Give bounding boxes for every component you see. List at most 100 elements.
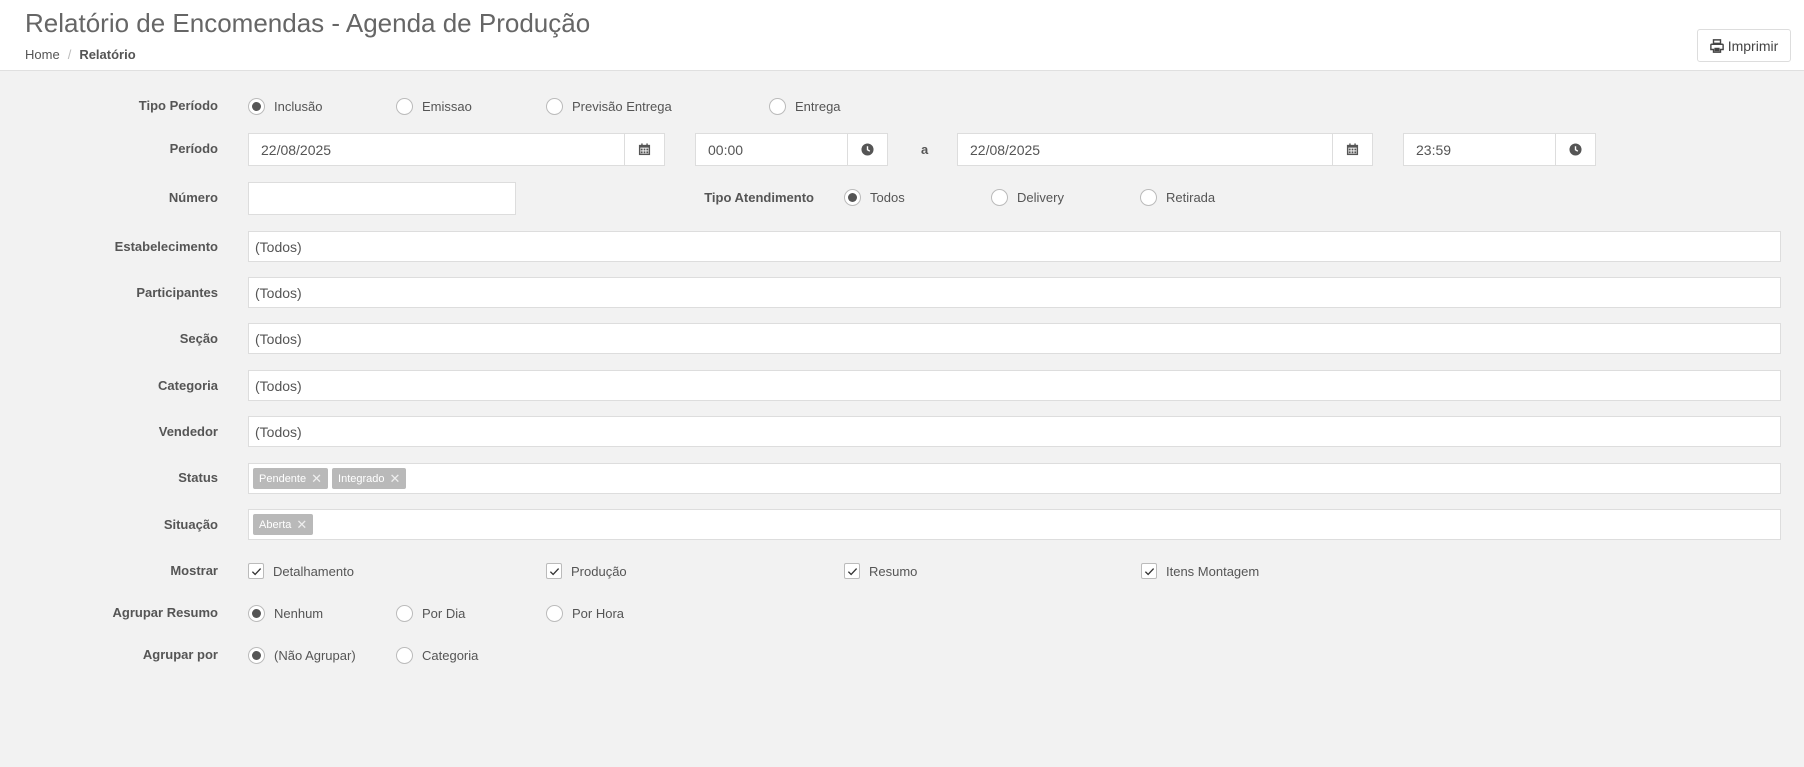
mostrar-label: Mostrar	[170, 563, 218, 578]
radio-label: Categoria	[422, 647, 479, 663]
page-header: Relatório de Encomendas - Agenda de Prod…	[0, 0, 1804, 71]
agrupar-por-label: Agrupar por	[142, 647, 218, 662]
checkmark-icon	[847, 567, 857, 575]
radio-label: Todos	[870, 189, 905, 205]
printer-icon	[1709, 38, 1724, 53]
status-label: Status	[178, 470, 218, 485]
remove-tag-icon[interactable]: ✕	[390, 471, 401, 487]
start-date-field[interactable]: 22/08/2025	[248, 133, 665, 166]
radio-tipo-periodo-previsao-entrega[interactable]: Previsão Entrega	[546, 97, 672, 115]
categoria-select[interactable]: (Todos)	[248, 370, 1781, 401]
radio-agrupar-por-categoria[interactable]: Categoria	[396, 646, 478, 664]
breadcrumb-home-link[interactable]: Home	[25, 47, 60, 62]
checkbox-box	[248, 563, 264, 579]
radio-dot	[546, 97, 563, 115]
radio-atendimento-todos[interactable]: Todos	[844, 188, 905, 206]
print-button-label: Imprimir	[1727, 37, 1779, 54]
calendar-icon	[1346, 143, 1359, 156]
radio-label: (Não Agrupar)	[274, 647, 356, 663]
radio-tipo-periodo-emissao[interactable]: Emissao	[396, 97, 472, 115]
estabelecimento-select[interactable]: (Todos)	[248, 231, 1781, 262]
start-date-value: 22/08/2025	[261, 141, 332, 158]
checkbox-label: Produção	[571, 563, 627, 579]
radio-tipo-periodo-inclusao[interactable]: Inclusão	[248, 97, 322, 115]
status-multiselect[interactable]: Pendente ✕ Integrado ✕	[248, 463, 1781, 494]
categoria-label: Categoria	[158, 378, 218, 393]
radio-label: Retirada	[1166, 189, 1216, 205]
page-title: Relatório de Encomendas - Agenda de Prod…	[25, 8, 591, 38]
period-separator: a	[921, 142, 929, 157]
numero-label: Número	[168, 190, 218, 205]
start-time-field[interactable]: 00:00	[695, 133, 888, 166]
end-time-field[interactable]: 23:59	[1403, 133, 1596, 166]
radio-label: Delivery	[1017, 189, 1064, 205]
radio-label: Entrega	[795, 98, 841, 114]
clock-button[interactable]	[847, 134, 887, 165]
radio-dot	[1140, 188, 1157, 206]
status-tag: Integrado ✕	[332, 468, 407, 489]
radio-atendimento-retirada[interactable]: Retirada	[1140, 188, 1215, 206]
checkbox-box	[1141, 563, 1157, 579]
participantes-value: (Todos)	[255, 284, 302, 301]
participantes-label: Participantes	[136, 285, 218, 300]
print-button[interactable]: Imprimir	[1697, 29, 1791, 62]
radio-atendimento-delivery[interactable]: Delivery	[991, 188, 1064, 206]
tag-label: Pendente	[259, 472, 307, 485]
checkbox-producao[interactable]: Produção	[546, 562, 627, 580]
checkbox-label: Resumo	[869, 563, 918, 579]
checkbox-box	[844, 563, 860, 579]
radio-dot	[396, 604, 413, 622]
vendedor-select[interactable]: (Todos)	[248, 416, 1781, 447]
radio-dot	[396, 97, 413, 115]
radio-dot	[991, 188, 1008, 206]
agrupar-resumo-label: Agrupar Resumo	[112, 605, 218, 620]
end-date-field[interactable]: 22/08/2025	[957, 133, 1373, 166]
checkbox-itens-montagem[interactable]: Itens Montagem	[1141, 562, 1259, 580]
calendar-button[interactable]	[624, 134, 664, 165]
radio-dot	[248, 604, 265, 622]
clock-icon	[861, 143, 874, 156]
radio-tipo-periodo-entrega[interactable]: Entrega	[769, 97, 841, 115]
situacao-tag: Aberta ✕	[253, 514, 314, 535]
radio-agrupar-por-nao-agrupar[interactable]: (Não Agrupar)	[248, 646, 356, 664]
end-date-value: 22/08/2025	[970, 141, 1041, 158]
breadcrumb-current: Relatório	[79, 47, 136, 62]
breadcrumb-separator: /	[67, 47, 72, 62]
radio-label: Nenhum	[274, 605, 324, 621]
tipo-periodo-label: Tipo Período	[138, 98, 218, 113]
periodo-label: Período	[169, 141, 218, 156]
checkmark-icon	[1144, 567, 1154, 575]
radio-label: Inclusão	[274, 98, 323, 114]
situacao-multiselect[interactable]: Aberta ✕	[248, 509, 1781, 540]
calendar-button[interactable]	[1332, 134, 1372, 165]
tag-label: Integrado	[338, 472, 385, 485]
start-time-value: 00:00	[708, 141, 744, 158]
estabelecimento-label: Estabelecimento	[114, 239, 218, 254]
radio-dot	[396, 646, 413, 664]
status-tag: Pendente ✕	[253, 468, 329, 489]
radio-agrupar-resumo-nenhum[interactable]: Nenhum	[248, 604, 323, 622]
radio-label: Por Hora	[572, 605, 625, 621]
end-time-value: 23:59	[1416, 141, 1452, 158]
radio-label: Previsão Entrega	[572, 98, 672, 114]
radio-dot	[546, 604, 563, 622]
secao-value: (Todos)	[255, 330, 302, 347]
checkbox-label: Detalhamento	[273, 563, 354, 579]
radio-dot	[844, 188, 861, 206]
remove-tag-icon[interactable]: ✕	[296, 517, 307, 533]
checkbox-resumo[interactable]: Resumo	[844, 562, 917, 580]
checkbox-detalhamento[interactable]: Detalhamento	[248, 562, 354, 580]
secao-label: Seção	[179, 331, 218, 346]
radio-agrupar-resumo-por-hora[interactable]: Por Hora	[546, 604, 624, 622]
radio-agrupar-resumo-por-dia[interactable]: Por Dia	[396, 604, 465, 622]
categoria-value: (Todos)	[255, 377, 302, 394]
radio-label: Emissao	[422, 98, 472, 114]
clock-button[interactable]	[1555, 134, 1595, 165]
secao-select[interactable]: (Todos)	[248, 323, 1781, 354]
participantes-select[interactable]: (Todos)	[248, 277, 1781, 308]
vendedor-value: (Todos)	[255, 423, 302, 440]
checkmark-icon	[549, 567, 559, 575]
checkbox-box	[546, 563, 562, 579]
numero-input[interactable]	[248, 182, 516, 215]
remove-tag-icon[interactable]: ✕	[311, 471, 322, 487]
